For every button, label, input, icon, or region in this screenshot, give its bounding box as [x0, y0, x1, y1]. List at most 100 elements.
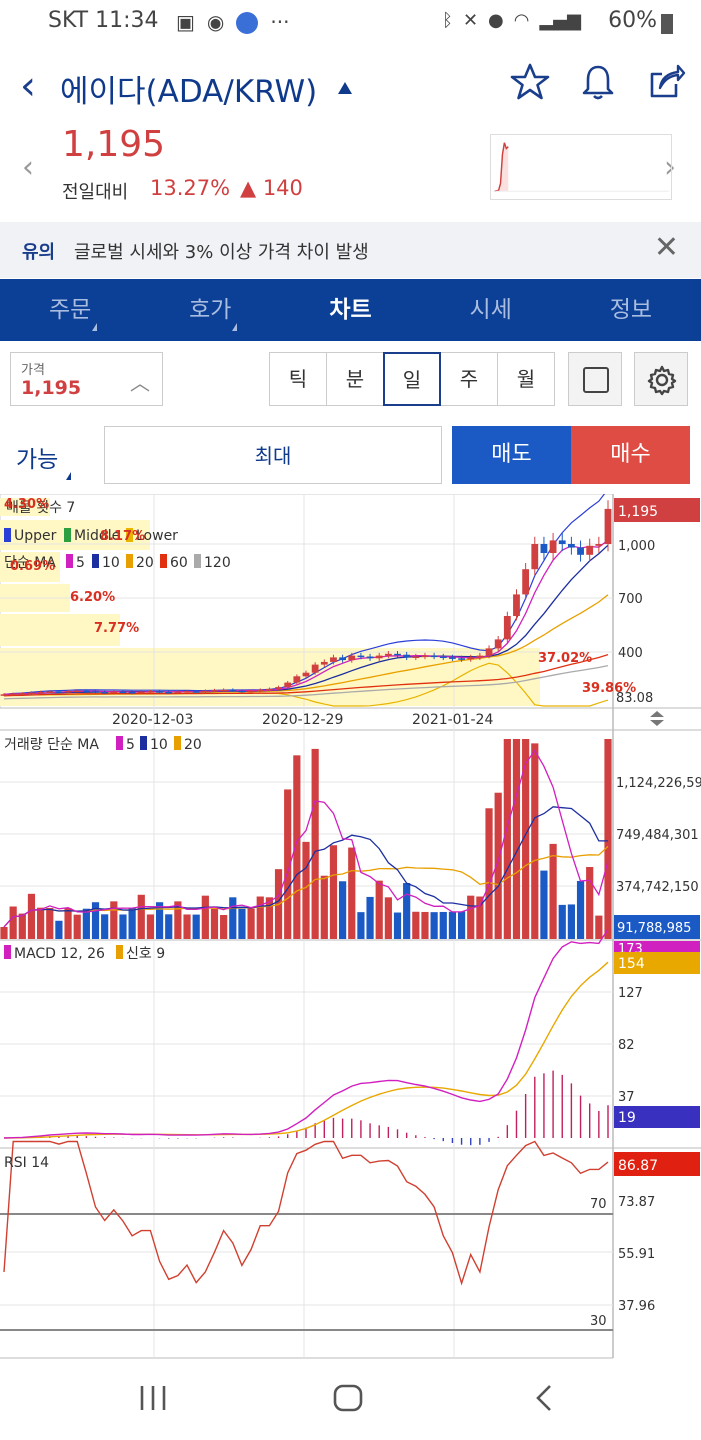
volume-bar — [448, 911, 457, 939]
candle-body — [558, 540, 566, 544]
recent-apps-icon[interactable] — [138, 1384, 168, 1412]
candle-body — [220, 689, 228, 692]
candle-body — [522, 569, 530, 595]
settings-button[interactable] — [634, 352, 688, 406]
signal-icon: ▂▄▆ — [539, 10, 581, 31]
candle-body — [567, 544, 575, 548]
chevron-up-icon: ︿ — [130, 371, 150, 395]
candle-body — [9, 693, 17, 696]
ma-legend-120: 120 — [204, 555, 231, 571]
period-month[interactable]: 월 — [497, 352, 555, 406]
candle-body — [92, 691, 99, 693]
volume-bar — [37, 907, 45, 939]
volume-bar — [110, 901, 118, 939]
volume-axis-current: 91,788,985 — [617, 921, 691, 936]
sell-button[interactable]: 매도 — [452, 426, 571, 484]
period-week[interactable]: 주 — [440, 352, 498, 406]
price-axis-700: 700 — [618, 592, 643, 607]
tab-market[interactable]: 시세 — [421, 279, 561, 341]
candle-body — [586, 545, 594, 555]
candle-body — [82, 690, 90, 693]
volume-bar — [531, 743, 539, 939]
rsi-axis-current: 86.87 — [618, 1158, 658, 1174]
candle-body — [293, 676, 301, 683]
volume-bar — [576, 880, 585, 939]
status-carrier-time: SKT 11:34 — [48, 8, 159, 33]
volume-bar — [339, 881, 347, 939]
volume-bar — [247, 908, 255, 939]
home-icon[interactable] — [333, 1384, 363, 1412]
volume-bar — [192, 914, 200, 939]
close-icon[interactable]: ✕ — [654, 230, 679, 265]
dropdown-indicator-icon — [66, 472, 71, 480]
candle-body — [238, 690, 246, 693]
candle-body — [156, 691, 163, 693]
mini-chart[interactable] — [490, 134, 672, 200]
app-icon — [236, 12, 259, 34]
candle-body — [449, 657, 456, 659]
period-day[interactable]: 일 — [383, 352, 441, 406]
buy-button[interactable]: 매수 — [571, 426, 690, 484]
page-title[interactable]: 에이다(ADA/KRW) — [60, 66, 317, 111]
rsi-axis-55: 55.91 — [618, 1247, 655, 1262]
fullscreen-button[interactable] — [568, 352, 622, 406]
ma-legend-60: 60 — [170, 555, 188, 571]
price-type-select[interactable]: 가격 1,195 ︿ — [10, 352, 163, 406]
volume-bar — [311, 748, 319, 939]
status-bar: SKT 11:34 ▣ ◉ ··· ᛒ ✕ ● ◠ ▂▄▆ 60% — [0, 0, 701, 44]
vol-ma-10: 10 — [150, 737, 168, 753]
star-icon[interactable] — [510, 62, 550, 102]
share-icon[interactable] — [646, 62, 686, 102]
tab-order[interactable]: 주문 — [0, 279, 140, 341]
candle-body — [174, 691, 182, 694]
battery-icon — [661, 14, 673, 34]
volume-bar — [9, 906, 17, 939]
candle-body — [0, 694, 8, 696]
period-tick[interactable]: 틱 — [269, 352, 327, 406]
candle-body — [375, 655, 383, 659]
prev-coin-icon[interactable]: ‹ — [22, 150, 34, 185]
rsi-level-70: 70 — [590, 1197, 607, 1212]
candle-body — [101, 691, 109, 694]
change-amount: ▲ 140 — [240, 176, 303, 200]
gear-icon — [647, 365, 677, 396]
volume-bar — [329, 845, 338, 939]
candle-body — [247, 690, 255, 693]
volume-bar — [320, 875, 328, 939]
candle-body — [430, 655, 438, 658]
bell-icon[interactable] — [578, 62, 618, 102]
macd-axis-37: 37 — [618, 1090, 635, 1105]
candle-body — [330, 657, 337, 662]
tab-chart[interactable]: 차트 — [280, 279, 420, 341]
volume-bar — [512, 739, 521, 939]
period-minute[interactable]: 분 — [326, 352, 384, 406]
tab-orderbook[interactable]: 호가 — [140, 279, 280, 341]
volume-bar — [201, 895, 209, 939]
macd-axis-127: 127 — [618, 986, 643, 1001]
candle-body — [549, 540, 557, 553]
vol-ma-20: 20 — [184, 737, 202, 753]
gallery-icon: ▣ — [176, 10, 195, 34]
volume-bar — [403, 883, 411, 939]
volume-axis-1: 1,124,226,593 — [616, 776, 701, 791]
available-toggle[interactable]: 가능 — [16, 440, 58, 474]
title-dropdown-icon[interactable] — [338, 82, 352, 94]
candle-body — [55, 691, 63, 693]
max-button[interactable]: 최대 — [104, 426, 442, 484]
candle-body — [229, 689, 237, 692]
back-icon[interactable]: ‹ — [20, 66, 36, 106]
current-price: 1,195 — [62, 124, 166, 165]
candle-body — [384, 653, 392, 656]
candle-body — [137, 691, 145, 694]
ma-legend-10: 10 — [102, 555, 120, 571]
tab-info[interactable]: 정보 — [561, 279, 701, 341]
candle-body — [201, 690, 209, 693]
volume-bar — [73, 914, 81, 939]
submenu-indicator-icon — [232, 323, 238, 331]
candle-body — [256, 689, 264, 692]
back-nav-icon[interactable] — [534, 1384, 554, 1412]
candle-body — [37, 691, 45, 694]
candle-body — [403, 654, 411, 658]
chart-area[interactable]: 매물 횟수 7 Upper Middle Lower 단순 MA 5 10 20… — [0, 494, 701, 1360]
candle-body — [64, 691, 72, 693]
